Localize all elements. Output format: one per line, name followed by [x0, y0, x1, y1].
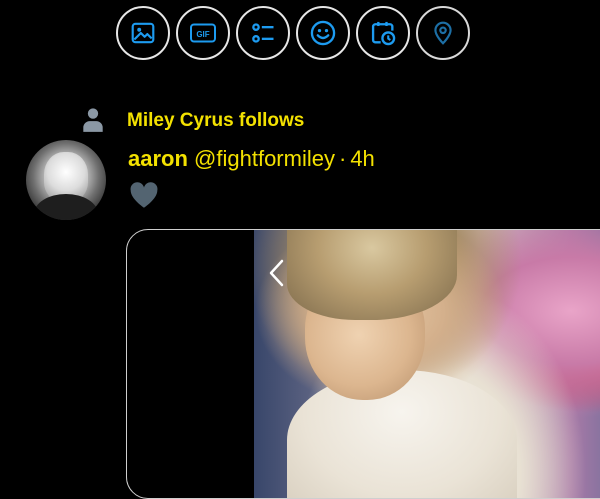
- schedule-icon: [371, 21, 396, 46]
- location-icon: [434, 21, 452, 45]
- poll-button[interactable]: [236, 6, 290, 60]
- media-subject-hoodie: [287, 370, 517, 498]
- gif-label: GIF: [196, 30, 209, 39]
- avatar[interactable]: [26, 140, 106, 220]
- poll-icon: [252, 23, 274, 43]
- author-handle[interactable]: @fightformiley: [194, 146, 335, 171]
- tweet-header: aaron @fightformiley · 4h: [128, 146, 375, 172]
- author-name[interactable]: aaron: [128, 146, 188, 171]
- media-button[interactable]: [116, 6, 170, 60]
- tweet-time[interactable]: 4h: [350, 146, 374, 171]
- separator: ·: [338, 146, 347, 171]
- person-icon: [83, 108, 103, 132]
- media-card[interactable]: [126, 229, 600, 499]
- emoji-icon: [310, 20, 336, 46]
- social-context: Miley Cyrus follows: [80, 104, 480, 138]
- gif-button[interactable]: GIF: [176, 6, 230, 60]
- gif-icon: GIF: [190, 23, 216, 43]
- chevron-left-icon[interactable]: [267, 258, 287, 288]
- image-icon: [131, 22, 155, 44]
- media-subject-hair: [287, 230, 457, 320]
- composer-toolbar: GIF: [116, 4, 476, 64]
- heart-icon[interactable]: [128, 180, 160, 210]
- location-button[interactable]: [416, 6, 470, 60]
- schedule-button[interactable]: [356, 6, 410, 60]
- social-context-text: Miley Cyrus follows: [127, 110, 305, 131]
- emoji-button[interactable]: [296, 6, 350, 60]
